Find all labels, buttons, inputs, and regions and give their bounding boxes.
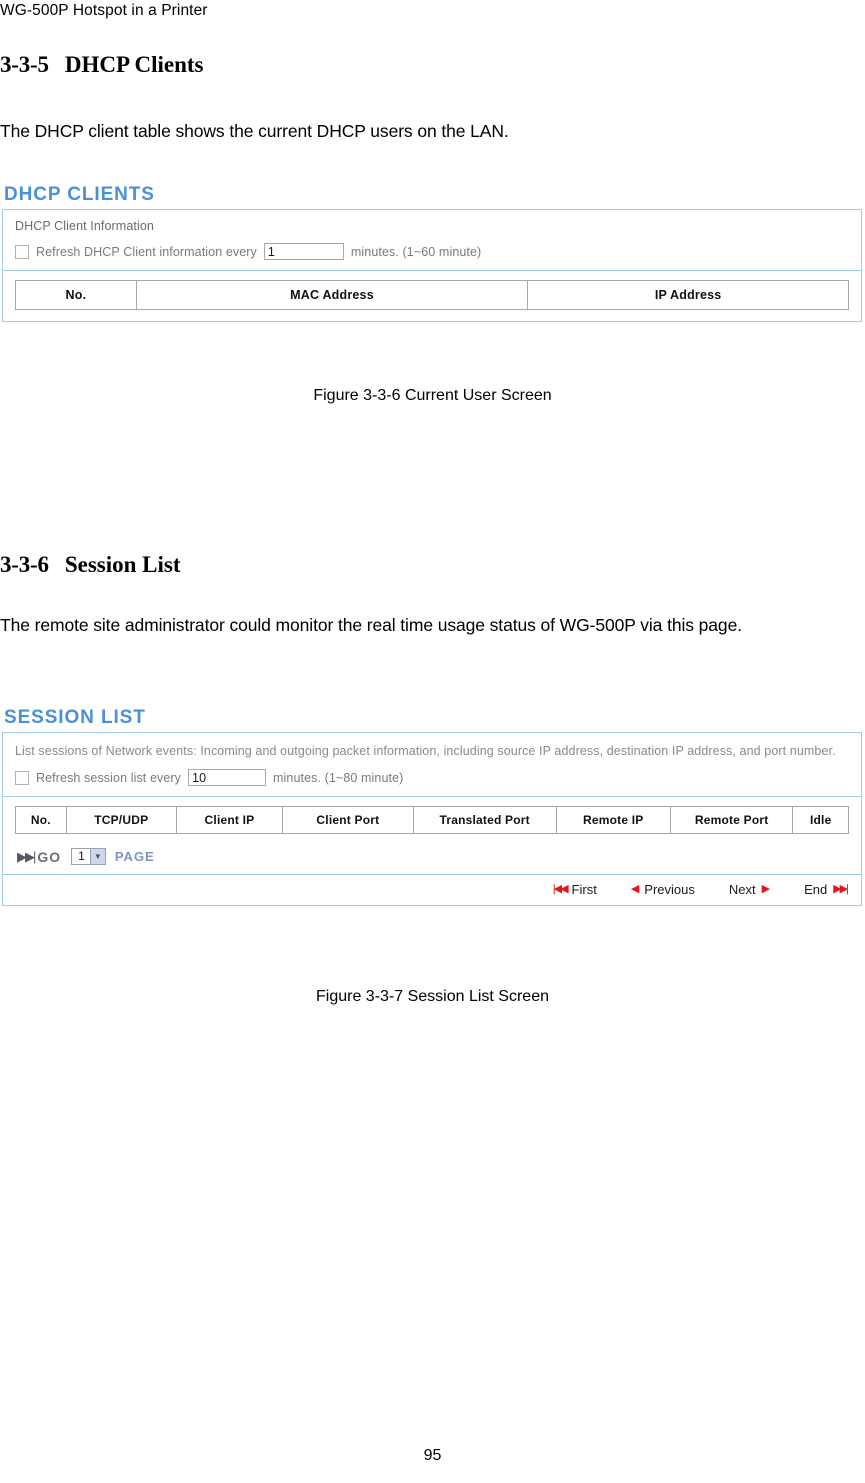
pagination-first[interactable]: |◀◀ First xyxy=(553,882,597,897)
dhcp-table-wrap: No. MAC Address IP Address xyxy=(3,270,861,321)
session-col-client-ip: Client IP xyxy=(175,806,284,834)
session-go-bar: ▶▶| GO 1 ▼ PAGE xyxy=(3,840,861,874)
session-refresh-label-after: minutes. (1~80 minute) xyxy=(273,770,404,785)
page-number: 95 xyxy=(423,1447,442,1464)
dhcp-clients-screenshot: DHCP CLIENTS DHCP Client Information Ref… xyxy=(2,184,862,322)
pagination-next[interactable]: Next ▶ xyxy=(729,882,770,897)
session-list-title: SESSION LIST xyxy=(4,707,146,728)
section-title: DHCP Clients xyxy=(64,52,204,77)
session-list-table: No. TCP/UDP Client IP Client Port Transl… xyxy=(15,806,849,834)
session-refresh-label-before: Refresh session list every xyxy=(36,770,182,785)
pagination-previous[interactable]: ◀ Previous xyxy=(631,882,695,897)
dhcp-clients-title: DHCP CLIENTS xyxy=(4,184,155,205)
dhcp-refresh-checkbox[interactable] xyxy=(15,244,29,259)
section-body-3-3-6: The remote site administrator could moni… xyxy=(0,615,742,635)
session-col-remote-ip: Remote IP xyxy=(555,806,671,834)
figure-caption-3-3-7: Figure 3-3-7 Session List Screen xyxy=(316,988,549,1005)
dhcp-clients-table: No. MAC Address IP Address xyxy=(15,280,849,310)
dhcp-client-information-label: DHCP Client Information xyxy=(15,219,154,233)
section-heading-3-3-5: 3-3-5 DHCP Clients xyxy=(0,52,203,78)
session-list-panel: List sessions of Network events: Incomin… xyxy=(2,732,862,906)
session-col-translated-port: Translated Port xyxy=(412,806,557,834)
chevron-down-icon: ▼ xyxy=(89,849,105,864)
session-col-client-port: Client Port xyxy=(282,806,414,834)
double-arrow-left-icon: |◀◀ xyxy=(552,883,569,895)
session-refresh-section: List sessions of Network events: Incomin… xyxy=(3,733,861,796)
dhcp-refresh-label-before: Refresh DHCP Client information every xyxy=(36,244,257,259)
session-refresh-interval-input[interactable]: 10 xyxy=(188,769,267,786)
pagination-end[interactable]: End ▶▶| xyxy=(804,882,849,897)
skip-forward-icon: ▶▶| xyxy=(17,849,36,864)
section-number: 3-3-6 xyxy=(0,552,49,577)
dhcp-col-mac-address: MAC Address xyxy=(135,280,529,310)
pagination-first-label: First xyxy=(571,882,597,897)
session-table-header-row: No. TCP/UDP Client IP Client Port Transl… xyxy=(15,806,849,834)
dhcp-table-header-row: No. MAC Address IP Address xyxy=(15,280,849,310)
page-select-value: 1 xyxy=(78,849,85,863)
dhcp-refresh-section: DHCP Client Information Refresh DHCP Cli… xyxy=(3,210,861,270)
session-pagination: |◀◀ First ◀ Previous Next ▶ End ▶▶| xyxy=(3,874,861,905)
section-body-3-3-5: The DHCP client table shows the current … xyxy=(0,121,509,141)
session-refresh-checkbox[interactable] xyxy=(15,770,29,785)
session-col-idle: Idle xyxy=(792,806,849,834)
dhcp-refresh-label-after: minutes. (1~60 minute) xyxy=(350,244,482,259)
section-heading-3-3-6: 3-3-6 Session List xyxy=(0,552,181,578)
dhcp-col-no: No. xyxy=(15,280,137,310)
page-label: PAGE xyxy=(114,849,155,864)
dhcp-refresh-row: Refresh DHCP Client information every 1 … xyxy=(15,243,849,260)
section-number: 3-3-5 xyxy=(0,52,49,77)
figure-caption-3-3-6: Figure 3-3-6 Current User Screen xyxy=(313,387,552,404)
session-col-remote-port: Remote Port xyxy=(669,806,794,834)
arrow-right-icon: ▶ xyxy=(761,883,771,895)
session-table-wrap: No. TCP/UDP Client IP Client Port Transl… xyxy=(3,796,861,840)
arrow-left-icon: ◀ xyxy=(630,883,640,895)
session-list-screenshot: SESSION LIST List sessions of Network ev… xyxy=(2,707,862,906)
session-col-no: No. xyxy=(15,806,67,834)
dhcp-clients-panel: DHCP Client Information Refresh DHCP Cli… xyxy=(2,209,862,322)
session-col-tcp-udp: TCP/UDP xyxy=(65,806,177,834)
session-list-description: List sessions of Network events: Incomin… xyxy=(15,744,836,758)
pagination-next-label: Next xyxy=(728,882,756,897)
section-title: Session List xyxy=(64,552,181,577)
double-arrow-right-icon: ▶▶| xyxy=(833,883,849,895)
pagination-previous-label: Previous xyxy=(644,882,695,897)
dhcp-refresh-interval-input[interactable]: 1 xyxy=(263,243,344,260)
running-header: WG-500P Hotspot in a Printer xyxy=(0,2,208,19)
page-select[interactable]: 1 ▼ xyxy=(71,848,106,865)
session-refresh-row: Refresh session list every 10 minutes. (… xyxy=(15,769,849,786)
go-button[interactable]: GO xyxy=(37,849,61,865)
dhcp-col-ip-address: IP Address xyxy=(527,280,849,310)
pagination-end-label: End xyxy=(804,882,828,897)
